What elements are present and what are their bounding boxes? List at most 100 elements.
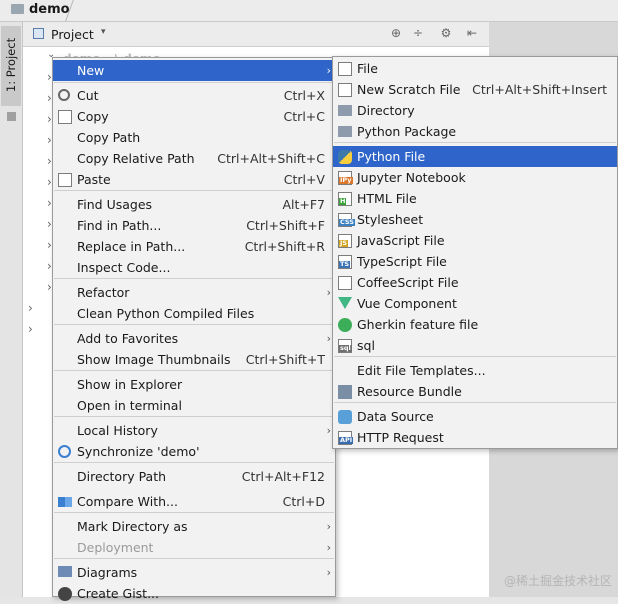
python-icon: [338, 150, 352, 164]
menu-item-find-usages[interactable]: Find Usages Alt+F7: [53, 194, 335, 215]
new-item-jupyter-notebook[interactable]: IPy Jupyter Notebook: [333, 167, 617, 188]
menu-separator: [54, 416, 334, 417]
menu-item-open-in-terminal[interactable]: Open in terminal: [53, 395, 335, 416]
file-type-badge: API: [339, 436, 354, 444]
menu-item-new[interactable]: New ›: [53, 60, 335, 81]
new-item-typescript-file[interactable]: TS TypeScript File: [333, 251, 617, 272]
chevron-right-icon: ›: [326, 424, 331, 437]
new-item-data-source[interactable]: Data Source: [333, 406, 617, 427]
menu-item-show-image-thumbnails[interactable]: Show Image Thumbnails Ctrl+Shift+T: [53, 349, 335, 370]
new-item-resource-bundle[interactable]: Resource Bundle: [333, 381, 617, 402]
github-icon: [58, 587, 72, 601]
menu-item-shortcut: Ctrl+Shift+F: [246, 218, 325, 233]
menu-item-copy[interactable]: Copy Ctrl+C: [53, 106, 335, 127]
gear-icon[interactable]: ⚙: [439, 26, 453, 40]
menu-item-label: CoffeeScript File: [357, 275, 459, 290]
chevron-right-icon: ›: [326, 332, 331, 345]
project-tool-tab-label: 1: Project: [4, 37, 18, 93]
locate-icon[interactable]: ⊕: [389, 26, 403, 40]
menu-separator: [334, 402, 616, 403]
tree-expand-chevron[interactable]: ›: [28, 322, 33, 336]
menu-item-copy-relative-path[interactable]: Copy Relative Path Ctrl+Alt+Shift+C: [53, 148, 335, 169]
hide-panel-icon[interactable]: ⇤: [465, 26, 479, 40]
menu-item-label: Synchronize 'demo': [77, 444, 200, 459]
jupyter-icon: IPy: [338, 171, 353, 185]
new-submenu: File New Scratch File Ctrl+Alt+Shift+Inser…: [332, 56, 618, 449]
file-type-badge: IPy: [339, 176, 353, 184]
project-icon: [33, 28, 44, 39]
menu-item-label: sql: [357, 338, 375, 353]
sync-icon: [58, 445, 71, 458]
copy-icon: [58, 110, 72, 124]
tree-expand-chevron[interactable]: ›: [28, 301, 33, 315]
chevron-right-icon: ›: [326, 64, 331, 77]
new-item-sql[interactable]: sql sql: [333, 335, 617, 356]
menu-item-show-in-explorer[interactable]: Show in Explorer: [53, 374, 335, 395]
menu-item-paste[interactable]: Paste Ctrl+V: [53, 169, 335, 190]
menu-item-label: Directory: [357, 103, 415, 118]
menu-item-label: Data Source: [357, 409, 434, 424]
menu-item-local-history[interactable]: Local History ›: [53, 420, 335, 441]
watermark: @稀土掘金技术社区: [503, 574, 612, 588]
html-icon: H: [338, 192, 352, 206]
new-item-html-file[interactable]: H HTML File: [333, 188, 617, 209]
menu-separator: [54, 324, 334, 325]
project-view-selector[interactable]: Project: [51, 27, 94, 42]
file-type-badge: CSS: [339, 218, 355, 226]
menu-separator: [54, 558, 334, 559]
menu-item-label: Copy: [77, 109, 109, 124]
menu-item-shortcut: Ctrl+Alt+Shift+Insert: [472, 82, 607, 97]
tool-window-strip: 1: Project: [0, 22, 23, 597]
new-item-coffeescript-file[interactable]: CoffeeScript File: [333, 272, 617, 293]
new-item-vue-component[interactable]: Vue Component: [333, 293, 617, 314]
menu-item-label: JavaScript File: [357, 233, 445, 248]
file-icon: [338, 62, 352, 76]
menu-item-find-in-path[interactable]: Find in Path... Ctrl+Shift+F: [53, 215, 335, 236]
menu-item-diagrams[interactable]: Diagrams ›: [53, 562, 335, 583]
menu-separator: [334, 142, 616, 143]
menu-item-label: Add to Favorites: [77, 331, 179, 346]
new-item-gherkin-feature-file[interactable]: Gherkin feature file: [333, 314, 617, 335]
menu-item-directory-path[interactable]: Directory Path Ctrl+Alt+F12: [53, 466, 335, 487]
chevron-right-icon: ›: [326, 286, 331, 299]
context-menu: New › Cut Ctrl+X Copy Ctrl+C Copy Path Copy Rel…: [52, 57, 336, 601]
project-tool-tab[interactable]: 1: Project: [1, 26, 21, 106]
menu-item-label: Compare With...: [77, 494, 178, 509]
menu-item-copy-path[interactable]: Copy Path: [53, 127, 335, 148]
new-item-http-request[interactable]: API HTTP Request: [333, 427, 617, 448]
new-item-new-scratch-file[interactable]: New Scratch File Ctrl+Alt+Shift+Insert: [333, 79, 617, 100]
menu-item-label: Resource Bundle: [357, 384, 462, 399]
menu-item-clean-python-compiled-files[interactable]: Clean Python Compiled Files: [53, 303, 335, 324]
menu-item-mark-directory-as[interactable]: Mark Directory as ›: [53, 516, 335, 537]
new-item-stylesheet[interactable]: CSS Stylesheet: [333, 209, 617, 230]
menu-item-replace-in-path[interactable]: Replace in Path... Ctrl+Shift+R: [53, 236, 335, 257]
menu-item-label: Refactor: [77, 285, 130, 300]
menu-item-shortcut: Ctrl+Shift+R: [244, 239, 325, 254]
new-item-javascript-file[interactable]: JS JavaScript File: [333, 230, 617, 251]
new-item-python-package[interactable]: Python Package: [333, 121, 617, 142]
new-item-directory[interactable]: Directory: [333, 100, 617, 121]
coffee-icon: [338, 276, 352, 290]
menu-item-create-gist[interactable]: Create Gist...: [53, 583, 335, 604]
menu-separator: [54, 190, 334, 191]
menu-item-synchronize-demo[interactable]: Synchronize 'demo': [53, 441, 335, 462]
menu-item-shortcut: Ctrl+C: [283, 109, 325, 124]
menu-item-shortcut: Ctrl+Shift+T: [245, 352, 325, 367]
collapse-all-icon[interactable]: ÷: [411, 26, 425, 40]
menu-item-compare-with[interactable]: Compare With... Ctrl+D: [53, 491, 335, 512]
menu-item-refactor[interactable]: Refactor ›: [53, 282, 335, 303]
new-item-python-file[interactable]: Python File: [333, 146, 617, 167]
diagram-icon: [58, 566, 72, 577]
breadcrumb-project[interactable]: demo: [29, 2, 70, 17]
menu-item-add-to-favorites[interactable]: Add to Favorites ›: [53, 328, 335, 349]
http-request-icon: API: [338, 431, 354, 445]
menu-item-cut[interactable]: Cut Ctrl+X: [53, 85, 335, 106]
menu-item-label: Vue Component: [357, 296, 457, 311]
menu-item-label: Stylesheet: [357, 212, 424, 227]
new-item-file[interactable]: File: [333, 58, 617, 79]
menu-item-label: Gherkin feature file: [357, 317, 479, 332]
menu-item-inspect-code[interactable]: Inspect Code...: [53, 257, 335, 278]
structure-tab-icon[interactable]: [7, 112, 16, 121]
chevron-down-icon[interactable]: ▾: [101, 27, 106, 37]
new-item-edit-file-templates[interactable]: Edit File Templates...: [333, 360, 617, 381]
